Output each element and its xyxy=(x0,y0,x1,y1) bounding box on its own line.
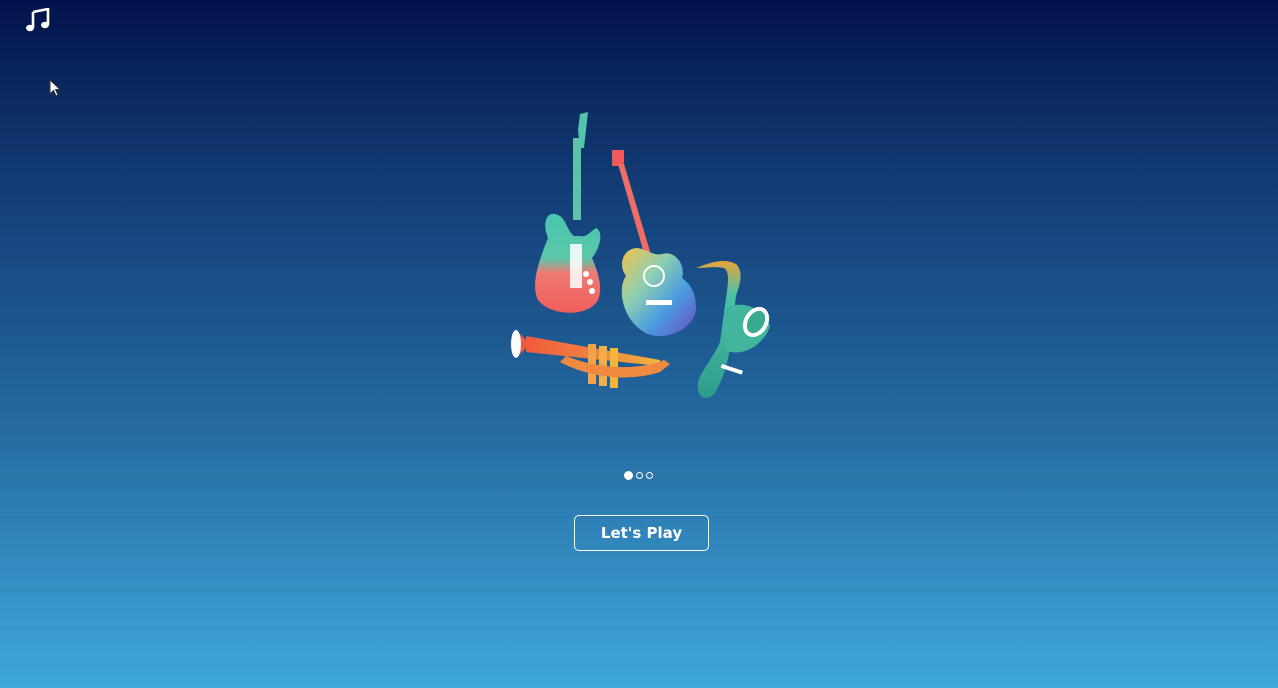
instruments-illustration xyxy=(500,108,790,408)
pager-dot-3[interactable] xyxy=(646,472,653,479)
app-screen: Let's Play xyxy=(0,0,1278,688)
saxophone-icon xyxy=(696,261,770,398)
pager-dot-1[interactable] xyxy=(624,471,633,480)
mouse-pointer-icon xyxy=(49,78,62,97)
pager-dot-2[interactable] xyxy=(636,472,643,479)
lets-play-button[interactable]: Let's Play xyxy=(574,515,709,551)
electric-guitar-icon xyxy=(535,112,601,313)
acoustic-guitar-icon xyxy=(612,150,696,337)
music-note-icon[interactable] xyxy=(24,7,52,34)
carousel-pager xyxy=(624,471,653,480)
trumpet-icon xyxy=(511,330,670,388)
